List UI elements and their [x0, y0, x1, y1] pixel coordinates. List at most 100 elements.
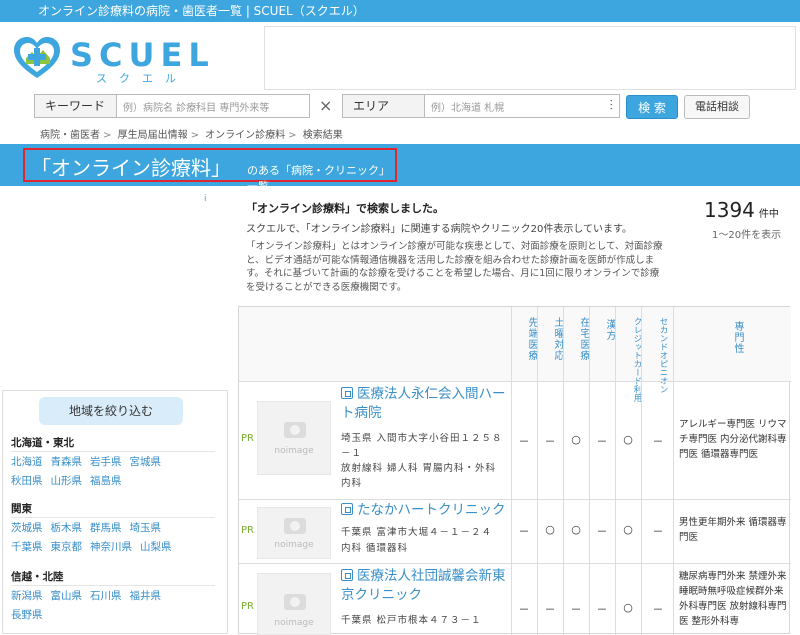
column-header: 土曜対応 — [552, 317, 563, 361]
keyword-input[interactable]: 例）病院名 診療科目 専門外来等 — [117, 99, 269, 114]
header-ad-slot[interactable] — [264, 26, 796, 90]
region-filter-title[interactable]: 地域を絞り込む — [39, 397, 183, 425]
clinic-specialty: アレルギー専門医 リウマチ専門医 内分泌代謝科専門医 循環器専門医 — [679, 419, 787, 460]
column-header: 漢方 — [604, 319, 615, 341]
logo-word: SCUEL — [70, 36, 215, 74]
clinic-departments: 内科 循環器科 — [341, 543, 409, 554]
pref-link[interactable]: 茨城県 — [11, 522, 43, 534]
clinic-thumbnail[interactable]: noimage — [257, 401, 331, 475]
region-heading: 北海道・東北 — [11, 437, 74, 449]
clinic-name-link[interactable]: 医療法人永仁会入間ハート病院 — [341, 385, 509, 423]
pref-link[interactable]: 富山県 — [51, 590, 83, 602]
pref-link[interactable]: 神奈川県 — [90, 541, 132, 553]
table-cell: ○ — [571, 523, 581, 536]
clinic-thumbnail[interactable]: noimage — [257, 507, 331, 559]
area-label: エリア — [343, 95, 425, 117]
hospital-icon — [341, 569, 353, 581]
location-icon[interactable]: ⫶ — [610, 98, 614, 114]
clinic-departments: 放射線科 婦人科 胃腸内科・外科 内科 — [341, 463, 497, 489]
clinic-address: 千葉県 松戸市根本４７３－１ — [341, 615, 482, 626]
ad-info-icon[interactable]: i — [204, 194, 207, 204]
table-cell: ○ — [545, 523, 555, 536]
pref-link[interactable]: 石川県 — [90, 590, 122, 602]
region-heading: 関東 — [11, 503, 32, 515]
site-title: オンライン診療料の病院・歯医者一覧 | SCUEL（スクエル） — [38, 4, 365, 18]
region-filter-panel: 地域を絞り込む 北海道・東北 北海道 青森県 岩手県 宮城県 秋田県 山形県 福島県 関東… — [2, 390, 228, 634]
pref-link[interactable]: 北海道 — [11, 456, 43, 468]
pr-label: PR — [241, 433, 254, 444]
pref-link[interactable]: 福井県 — [130, 590, 162, 602]
table-cell: － — [544, 603, 556, 616]
area-field[interactable]: エリア 例）北海道 札幌 ⫶ — [342, 94, 620, 118]
pref-link[interactable]: 埼玉県 — [130, 522, 162, 534]
table-cell: － — [518, 435, 530, 448]
pref-link[interactable]: 秋田県 — [11, 475, 43, 487]
column-header: 先端医療 — [526, 317, 537, 361]
pref-link[interactable]: 群馬県 — [90, 522, 122, 534]
pref-link[interactable]: 福島県 — [90, 475, 122, 487]
camera-icon — [284, 594, 306, 610]
result-subtext: スクエルで、「オンライン診療料」に関連する病院やクリニック20件表示しています。 — [246, 224, 633, 235]
result-count: 1394 件中 — [704, 198, 779, 222]
clinic-thumbnail[interactable]: noimage — [257, 573, 331, 635]
table-cell: － — [596, 435, 608, 448]
search-button[interactable]: 検 索 — [626, 95, 678, 119]
region-pref-links: 茨城県 栃木県 群馬県 埼玉県 千葉県 東京都 神奈川県 山梨県 — [11, 519, 213, 557]
page-subtitle: のある「病院・クリニック」一覧 — [247, 164, 390, 193]
pref-link[interactable]: 千葉県 — [11, 541, 43, 553]
pref-link[interactable]: 山梨県 — [140, 541, 172, 553]
scuel-logo[interactable]: SCUEL スクエル — [12, 34, 209, 86]
top-title-bar: オンライン診療料の病院・歯医者一覧 | SCUEL（スクエル） — [0, 0, 800, 22]
logo-heart-icon — [14, 37, 60, 78]
clinic-address: 埼玉県 入間市大字小谷田１２５８－１ — [341, 433, 503, 459]
camera-icon — [284, 518, 306, 534]
clinic-name-link[interactable]: たなかハートクリニック — [341, 501, 509, 520]
table-cell: － — [518, 603, 530, 616]
pref-link[interactable]: 岩手県 — [90, 456, 122, 468]
clinic-table: 先端医療 土曜対応 在宅医療 漢方 クレジットカード利用 セカンドオピニオン 専… — [238, 306, 791, 635]
keyword-field[interactable]: キーワード 例）病院名 診療科目 専門外来等 — [34, 94, 310, 118]
hospital-icon — [341, 503, 353, 515]
search-bar: キーワード 例）病院名 診療科目 専門外来等 × エリア 例）北海道 札幌 ⫶ … — [0, 92, 800, 122]
pr-label: PR — [241, 601, 254, 612]
region-pref-links: 北海道 青森県 岩手県 宮城県 秋田県 山形県 福島県 — [11, 453, 213, 491]
region-pref-links: 新潟県 富山県 石川県 福井県 長野県 — [11, 587, 213, 625]
pr-label: PR — [241, 525, 254, 536]
breadcrumb-item[interactable]: オンライン診療料 — [205, 130, 285, 141]
pref-link[interactable]: 青森県 — [51, 456, 83, 468]
table-cell: － — [596, 603, 608, 616]
table-cell: ○ — [623, 523, 633, 536]
pref-link[interactable]: 東京都 — [51, 541, 83, 553]
breadcrumb-item: 検索結果 — [302, 130, 343, 141]
breadcrumb-item[interactable]: 厚生局届出情報 — [118, 130, 188, 141]
table-cell: － — [518, 525, 530, 538]
clinic-specialty: 男性更年期外来 循環器専門医 — [679, 517, 787, 543]
result-description: 「オンライン診療料」とはオンライン診療が可能な疾患として、対面診療を原則として、… — [246, 241, 663, 293]
table-cell: ○ — [571, 433, 581, 446]
column-header: 専門性 — [732, 321, 743, 354]
result-heading: 「オンライン診療料」で検索しました。 — [246, 202, 444, 215]
highlight-box: 「オンライン診療料」 のある「病院・クリニック」一覧 — [23, 148, 397, 193]
phone-consult-button[interactable]: 電話相談 — [684, 95, 750, 119]
breadcrumb-item[interactable]: 病院・歯医者 — [40, 130, 100, 141]
pref-link[interactable]: 宮城県 — [130, 456, 162, 468]
pref-link[interactable]: 山形県 — [51, 475, 83, 487]
table-cell: － — [570, 603, 582, 616]
breadcrumb: 病院・歯医者 > 厚生局届出情報 > オンライン診療料 > 検索結果 — [40, 130, 343, 141]
pref-link[interactable]: 長野県 — [11, 609, 43, 621]
pref-link[interactable]: 新潟県 — [11, 590, 43, 602]
pref-link[interactable]: 栃木県 — [51, 522, 83, 534]
area-input[interactable]: 例）北海道 札幌 — [425, 99, 504, 114]
clinic-specialty: 糖尿病専門外来 禁煙外来 睡眠時無呼吸症候群外来 外科専門医 放射線科専門医 整… — [679, 571, 787, 627]
column-header: セカンドオピニオン — [658, 317, 668, 394]
column-header: 在宅医療 — [578, 317, 589, 361]
column-header: クレジットカード利用 — [632, 317, 642, 402]
clinic-name-link[interactable]: 医療法人社団誠馨会新東京クリニック — [341, 567, 509, 605]
clear-icon[interactable]: × — [319, 96, 332, 115]
hospital-icon — [341, 387, 353, 399]
result-range: 1〜20件を表示 — [712, 230, 782, 241]
table-cell: － — [544, 435, 556, 448]
clinic-address: 千葉県 富津市大堀４－１－２４ — [341, 527, 493, 538]
table-cell: － — [652, 525, 664, 538]
logo-kana: スクエル — [96, 72, 188, 85]
